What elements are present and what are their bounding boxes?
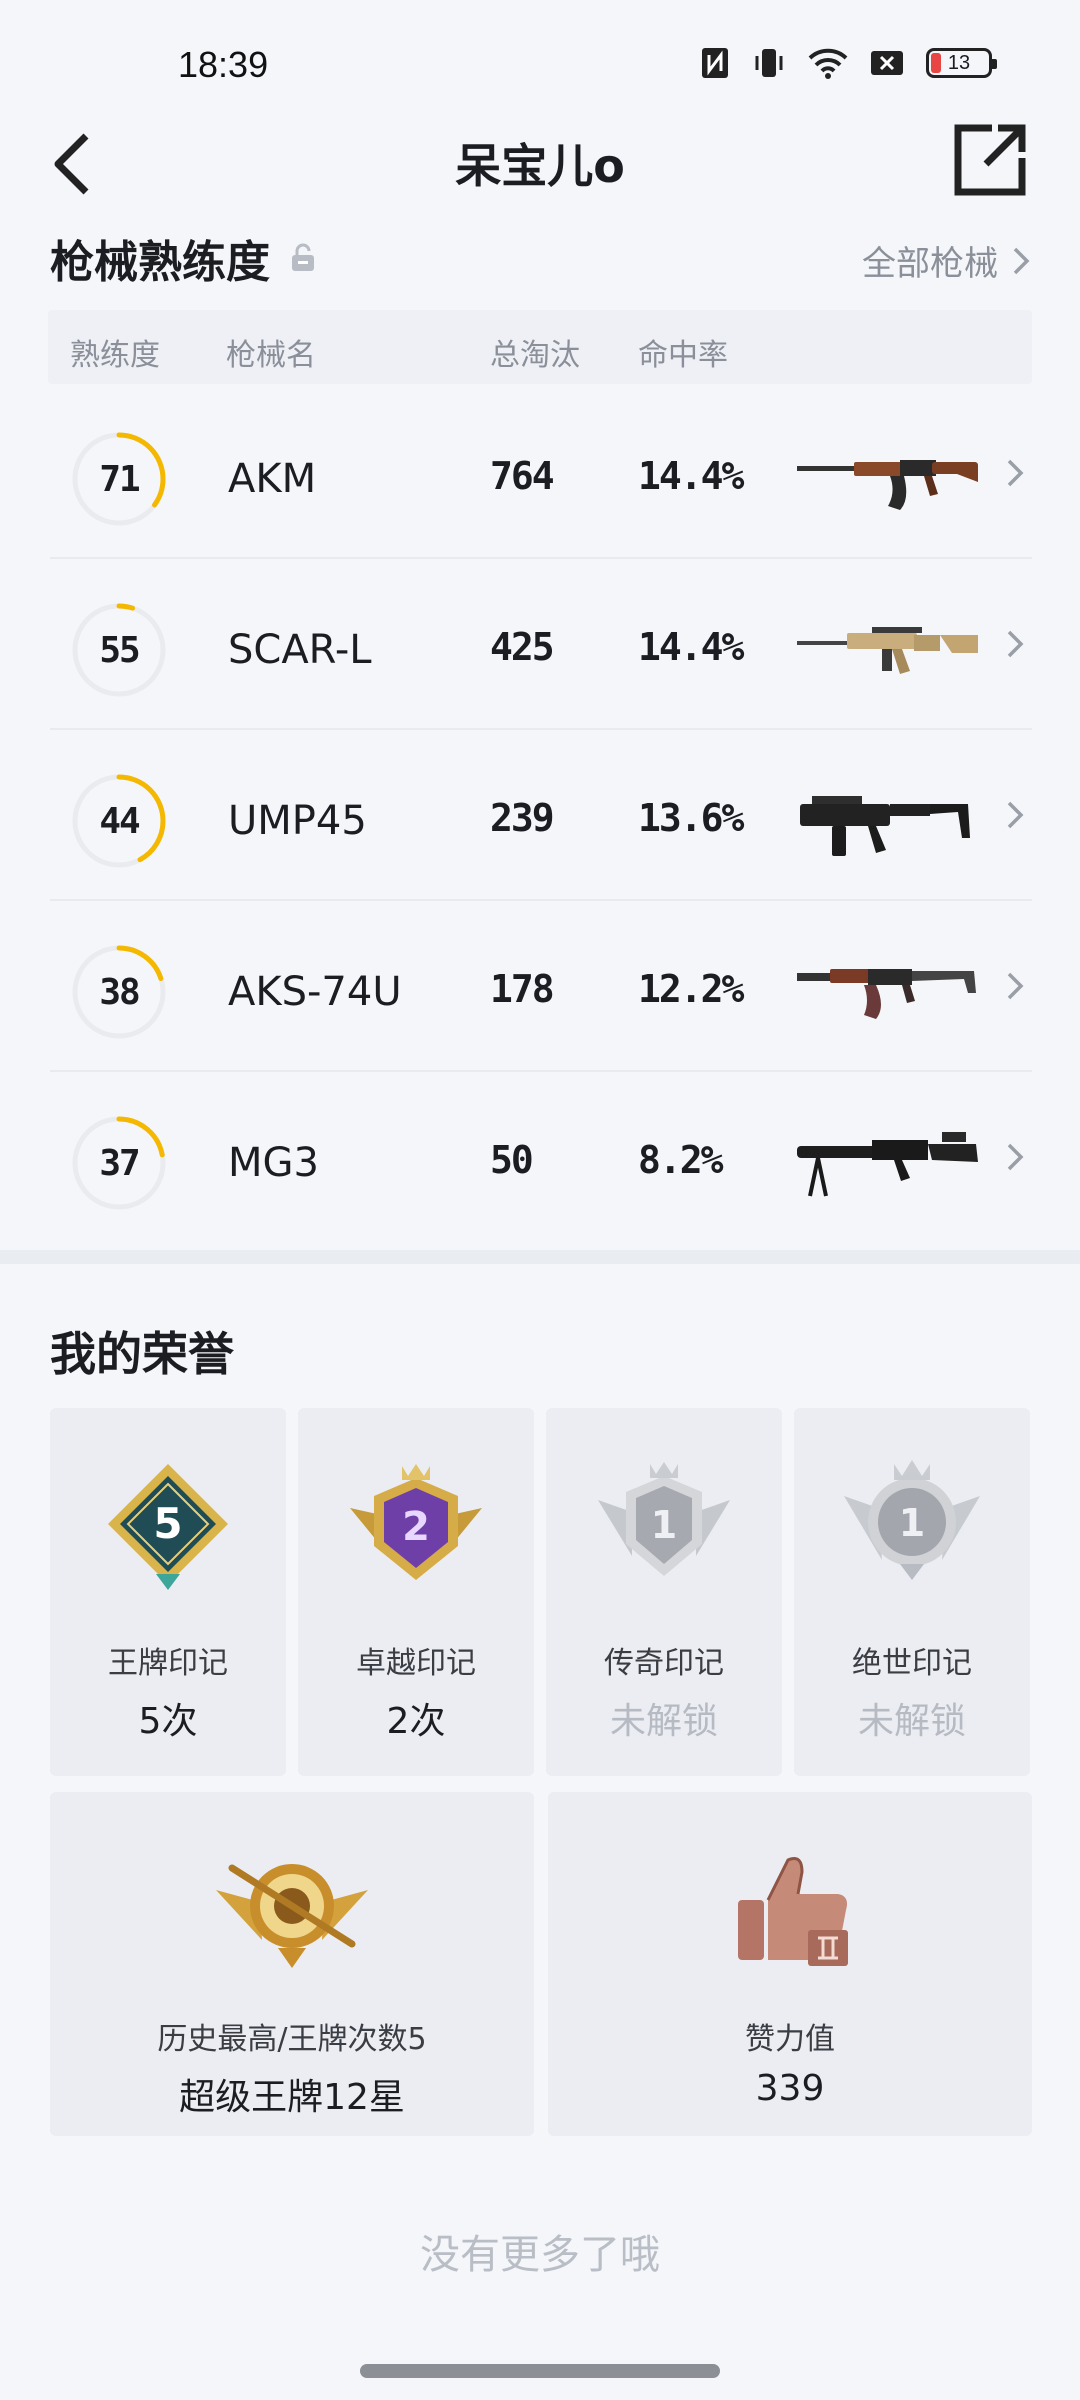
unlock-icon xyxy=(292,243,314,271)
svg-text:1: 1 xyxy=(651,1503,677,1547)
badge-value: 5次 xyxy=(138,1701,198,1742)
weapon-name: SCAR-L xyxy=(228,627,372,673)
legend-badge-icon: 1 xyxy=(598,1462,730,1576)
stat-label: 赞力值 xyxy=(745,2022,835,2057)
weapon-table-header: 熟练度 枪械名 总淘汰 命中率 xyxy=(48,310,1032,384)
akm-rifle-icon xyxy=(797,460,978,510)
weapon-name: AKS-74U xyxy=(228,969,402,1015)
chevron-right-icon xyxy=(1007,972,1024,1000)
battery-icon: 13 xyxy=(926,48,997,78)
weapon-hit-rate: 14.4% xyxy=(638,625,744,669)
badge-card-peerless[interactable]: 1 绝世印记 未解锁 xyxy=(794,1408,1030,1776)
mastery-ring: 37 xyxy=(70,1114,168,1212)
status-icons: 13 xyxy=(700,46,997,80)
weapon-eliminations: 178 xyxy=(490,967,555,1011)
mastery-ring: 44 xyxy=(70,772,168,870)
weapon-name: MG3 xyxy=(228,1140,319,1186)
wifi-icon xyxy=(808,48,848,79)
weapon-eliminations: 425 xyxy=(490,625,555,669)
page-title: 呆宝儿o xyxy=(455,139,625,193)
chevron-right-icon xyxy=(1007,459,1024,487)
badge-label: 绝世印记 xyxy=(852,1646,972,1681)
nfc-icon xyxy=(702,48,728,78)
badge-label: 传奇印记 xyxy=(604,1646,724,1681)
weapon-section-title: 枪械熟练度 xyxy=(50,226,316,290)
mg3-machinegun-icon xyxy=(797,1132,978,1197)
badge-value: 2次 xyxy=(386,1701,446,1742)
weapon-eliminations: 764 xyxy=(490,454,555,498)
share-button[interactable] xyxy=(952,122,1028,198)
col-eliminations: 总淘汰 xyxy=(490,338,580,373)
stat-value: 339 xyxy=(755,2068,825,2109)
weapon-row-akm[interactable]: 71 AKM 764 14.4% xyxy=(50,388,1032,559)
mastery-ring: 71 xyxy=(70,430,168,528)
badge-card-legend[interactable]: 1 传奇印记 未解锁 xyxy=(546,1408,782,1776)
weapon-hit-rate: 12.2% xyxy=(638,967,744,1011)
stat-label: 历史最高/王牌次数5 xyxy=(157,2022,427,2057)
weapon-name: UMP45 xyxy=(228,798,367,844)
weapon-row-scar-l[interactable]: 55 SCAR-L 425 14.4% xyxy=(50,559,1032,730)
badge-card-excellence[interactable]: 2 卓越印记 2次 xyxy=(298,1408,534,1776)
weapon-hit-rate: 13.6% xyxy=(638,796,744,840)
no-more-text: 没有更多了哦 xyxy=(420,2232,660,2278)
svg-text:5: 5 xyxy=(153,1499,182,1548)
weapon-hit-rate: 8.2% xyxy=(638,1138,724,1182)
badge-label: 王牌印记 xyxy=(108,1646,228,1681)
chevron-right-icon xyxy=(1013,247,1030,274)
chevron-right-icon xyxy=(1007,630,1024,658)
section-divider xyxy=(0,1250,1080,1264)
thumbs-up-icon xyxy=(738,1857,848,1966)
badge-value: 未解锁 xyxy=(857,1701,966,1742)
weapon-section-header: 枪械熟练度 全部枪械 xyxy=(50,226,1030,296)
weapon-hit-rate: 14.4% xyxy=(638,454,744,498)
excellence-badge-icon: 2 xyxy=(350,1464,482,1580)
weapon-row-mg3[interactable]: 37 MG3 50 8.2% xyxy=(50,1072,1032,1243)
col-mastery: 熟练度 xyxy=(70,338,160,373)
weapon-eliminations: 239 xyxy=(490,796,555,840)
weapon-eliminations: 50 xyxy=(490,1138,534,1182)
scar-l-rifle-icon xyxy=(797,627,978,674)
aks-74u-rifle-icon xyxy=(797,969,976,1019)
ace-badge-icon: 5 xyxy=(108,1464,228,1590)
weapon-row-aks-74u[interactable]: 38 AKS-74U 178 12.2% xyxy=(50,901,1032,1072)
no-sim-icon xyxy=(871,51,903,75)
weapon-name: AKM xyxy=(228,456,317,502)
share-icon xyxy=(954,124,1026,196)
svg-text:2: 2 xyxy=(402,1504,430,1550)
badge-card-ace[interactable]: 5 王牌印记 5次 xyxy=(50,1408,286,1776)
mastery-ring: 55 xyxy=(70,601,168,699)
header: 呆宝儿o xyxy=(0,120,1080,240)
peerless-badge-icon: 1 xyxy=(844,1460,980,1580)
weapon-list: 71 AKM 764 14.4% 55 SCAR-L 425 14.4% 44 … xyxy=(50,388,1032,1243)
col-hit-rate: 命中率 xyxy=(638,338,728,373)
stat-value: 超级王牌12星 xyxy=(179,2077,405,2118)
badge-label: 卓越印记 xyxy=(356,1646,476,1681)
col-name: 枪械名 xyxy=(226,338,316,373)
honors-title: 我的荣誉 xyxy=(50,1327,234,1381)
vibrate-icon xyxy=(755,49,783,77)
stat-card-likes[interactable]: 赞力值 339 xyxy=(548,1792,1032,2136)
super-ace-emblem-icon xyxy=(216,1864,368,1968)
svg-text:1: 1 xyxy=(899,1501,925,1545)
mastery-ring: 38 xyxy=(70,943,168,1041)
status-time: 18:39 xyxy=(178,44,269,85)
badge-value: 未解锁 xyxy=(609,1701,718,1742)
stat-card-highest-rank[interactable]: 历史最高/王牌次数5 超级王牌12星 xyxy=(50,1792,534,2136)
all-weapons-link[interactable]: 全部枪械 xyxy=(862,236,1030,285)
home-indicator[interactable] xyxy=(360,2364,720,2378)
chevron-right-icon xyxy=(1007,1143,1024,1171)
weapon-row-ump45[interactable]: 44 UMP45 239 13.6% xyxy=(50,730,1032,901)
ump45-smg-icon xyxy=(800,796,970,856)
chevron-right-icon xyxy=(1007,801,1024,829)
status-bar: 18:39 13 xyxy=(0,0,1080,120)
